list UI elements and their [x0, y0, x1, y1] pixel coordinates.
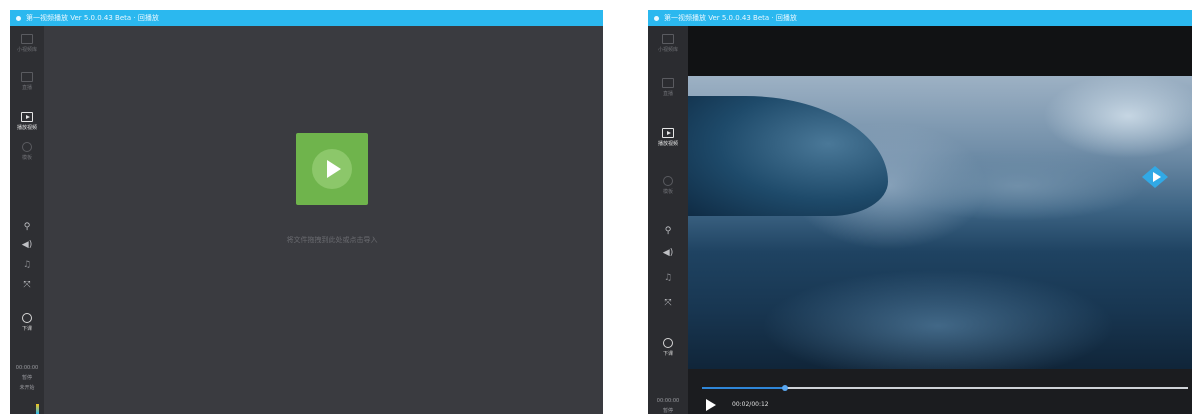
volume-icon[interactable]: ◀) [10, 240, 44, 250]
sidebar-item-label: 直播 [662, 91, 673, 97]
progress-bar[interactable] [702, 385, 1188, 391]
sidebar-item-label: 小视频库 [657, 47, 678, 53]
video-content-wave [688, 96, 888, 216]
app-title: 第一视频播放 Ver 5.0.0.43 Beta · 回播放 [664, 14, 797, 22]
template-icon [663, 176, 673, 186]
import-video-button[interactable] [296, 133, 368, 205]
sidebar-item-label: 模板 [21, 155, 32, 161]
class-timer-button[interactable]: 下课 [10, 313, 44, 332]
music-note-icon[interactable]: ♫ [648, 273, 688, 283]
app-window-playing: 第一视频播放 Ver 5.0.0.43 Beta · 回播放 小视频库 直播 播… [648, 10, 1192, 414]
microphone-icon[interactable]: ⚲ [648, 226, 688, 236]
status-time: 00:00:00 [15, 365, 39, 371]
app-title: 第一视频播放 Ver 5.0.0.43 Beta · 回播放 [26, 14, 159, 22]
status-line-2: 暂停 [662, 408, 673, 414]
title-bar: 第一视频播放 Ver 5.0.0.43 Beta · 回播放 [648, 10, 1192, 26]
fullscreen-icon[interactable]: ⤧ [10, 280, 44, 290]
app-window-empty: 第一视频播放 Ver 5.0.0.43 Beta · 回播放 小视频库 直播 播… [10, 10, 603, 414]
sidebar-item-template[interactable]: 模板 [10, 142, 44, 161]
video-library-icon [662, 34, 674, 44]
sidebar-item-video-library[interactable]: 小视频库 [648, 34, 688, 53]
watermark-play-icon [1142, 166, 1168, 188]
timer-label: 下课 [662, 351, 673, 357]
sidebar-item-play-video[interactable]: 播放视频 [648, 128, 688, 147]
sidebar: 小视频库 直播 播放视频 模板 ⚲ ◀) ♫ ⤧ 下课 00:00:00 暂停 … [10, 26, 44, 414]
sidebar-item-live[interactable]: 直播 [648, 78, 688, 97]
volume-icon[interactable]: ◀) [648, 248, 688, 258]
sidebar-item-label: 直播 [21, 85, 32, 91]
video-library-icon [21, 34, 33, 44]
sidebar: 小视频库 直播 播放视频 模板 ⚲ ◀) ♫ ⤧ 下课 00:00:00 暂停 [648, 26, 688, 414]
status-time: 00:00:00 [656, 398, 680, 404]
video-frame[interactable] [688, 76, 1192, 369]
class-timer-button[interactable]: 下课 [648, 338, 688, 357]
sidebar-item-template[interactable]: 模板 [648, 176, 688, 195]
timer-label: 下课 [21, 326, 32, 332]
video-letterbox-top [688, 26, 1192, 76]
sidebar-item-label: 播放视频 [16, 125, 37, 131]
sidebar-item-label: 播放视频 [657, 141, 678, 147]
play-icon [312, 149, 352, 189]
template-icon [22, 142, 32, 152]
sidebar-item-play-video[interactable]: 播放视频 [10, 112, 44, 131]
sidebar-item-video-library[interactable]: 小视频库 [10, 34, 44, 53]
live-icon [21, 72, 33, 82]
audio-level-meter [36, 404, 39, 414]
sidebar-item-label: 小视频库 [16, 47, 37, 53]
music-note-icon[interactable]: ♫ [10, 260, 44, 270]
status-line-2: 暂停 [21, 375, 32, 381]
fullscreen-icon[interactable]: ⤧ [648, 298, 688, 308]
status-line-3: 未开始 [19, 385, 35, 391]
progress-fill [702, 387, 785, 389]
empty-state-message: 将文件拖拽到此处或点击导入 [286, 236, 378, 244]
player-controls: 00:02/00:12 [688, 369, 1192, 414]
sidebar-item-live[interactable]: 直播 [10, 72, 44, 91]
sidebar-item-label: 模板 [662, 189, 673, 195]
playback-time: 00:02/00:12 [732, 401, 769, 408]
play-video-icon [662, 128, 674, 138]
timer-icon [22, 313, 32, 323]
live-icon [662, 78, 674, 88]
microphone-icon[interactable]: ⚲ [10, 222, 44, 232]
timer-icon [663, 338, 673, 348]
app-logo-icon [16, 15, 21, 21]
app-logo-icon [654, 15, 659, 21]
progress-thumb[interactable] [781, 385, 788, 391]
title-bar: 第一视频播放 Ver 5.0.0.43 Beta · 回播放 [10, 10, 603, 26]
play-button[interactable] [706, 399, 716, 411]
play-video-icon [21, 112, 33, 122]
